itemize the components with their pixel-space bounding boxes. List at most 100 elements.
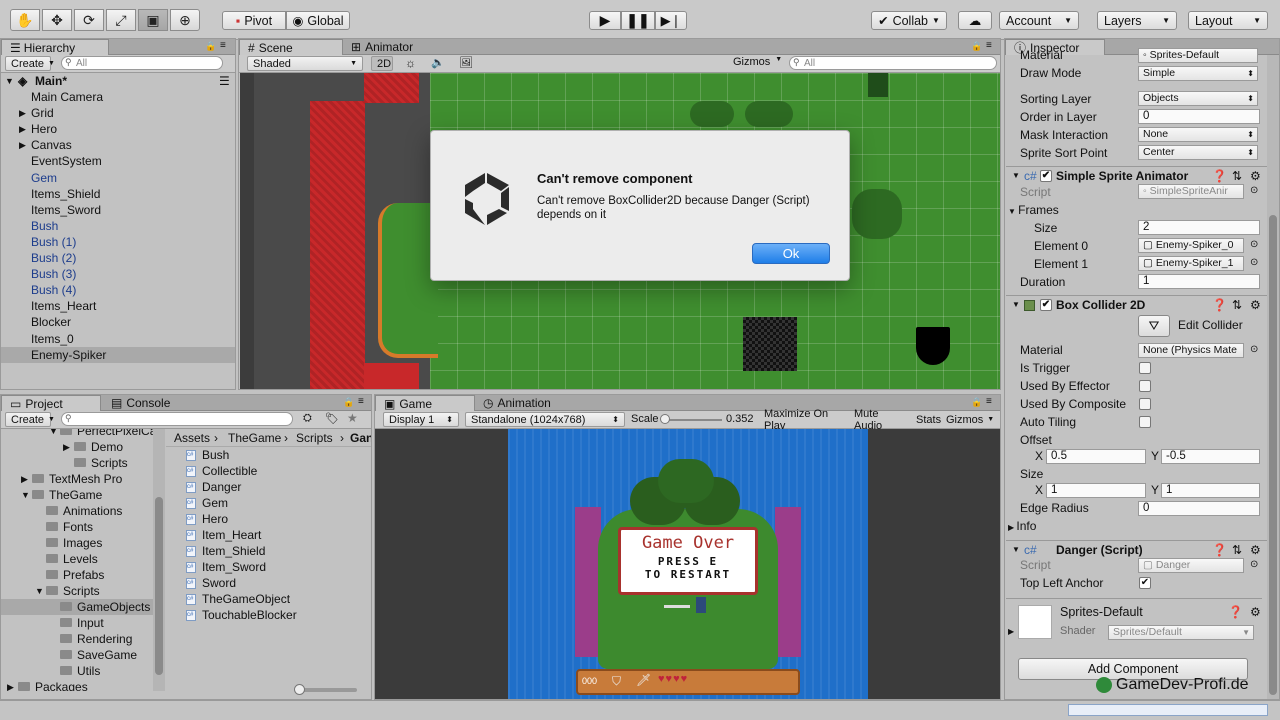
project-folder-item[interactable]: GameObjects (1, 599, 153, 615)
project-folder-item[interactable]: Utils (1, 663, 153, 679)
frames-size-field[interactable]: 2 (1138, 220, 1260, 235)
animator-script-field[interactable]: ◦ SimpleSpriteAnir (1138, 184, 1244, 199)
simple-sprite-animator-header[interactable]: ▼ c# ✔ Simple Sprite Animator ❓ ⇅ ⚙ (1006, 166, 1267, 184)
help-icon[interactable]: ❓ (1212, 296, 1227, 314)
offset-y-field[interactable]: -0.5 (1161, 449, 1260, 464)
project-folder-item[interactable]: Prefabs (1, 567, 153, 583)
hierarchy-item[interactable]: Bush (1) (1, 234, 235, 250)
script-file-item[interactable]: c# TouchableBlocker (166, 607, 366, 623)
inspector-scrollbar[interactable] (1267, 55, 1279, 699)
script-file-item[interactable]: c# Danger (166, 479, 366, 495)
offset-x-field[interactable]: 0.5 (1046, 449, 1146, 464)
project-create-dropdown[interactable]: Create ▼ (5, 412, 55, 427)
size-y-field[interactable]: 1 (1161, 483, 1260, 498)
lighting-icon[interactable]: ☼ (405, 56, 416, 70)
tab-scene[interactable]: # Scene (239, 39, 343, 55)
hierarchy-item[interactable]: Bush (3) (1, 266, 235, 282)
project-folder-item[interactable]: ▶ TextMesh Pro (1, 471, 153, 487)
sorting-layer-dropdown[interactable]: Objects ⬍ (1138, 91, 1258, 106)
gizmos-dropdown[interactable]: Gizmos ▼ (733, 56, 782, 68)
scrollbar-thumb[interactable] (155, 497, 163, 675)
maximize-on-play-toggle[interactable]: Maximize On Play (759, 408, 847, 432)
play-button[interactable]: ▶ (589, 11, 621, 30)
tab-console[interactable]: ▤ Console (103, 395, 203, 411)
project-folder-item[interactable]: ▶ Demo (1, 439, 153, 455)
transform-tool-button[interactable]: ⊕ (170, 9, 200, 31)
is-trigger-checkbox[interactable] (1139, 362, 1151, 374)
game-render[interactable]: Game Over PRESS E TO RESTART 000 ⛉ 🗡 ♥♥♥… (508, 429, 868, 699)
lock-icon[interactable]: 🔒 (971, 397, 982, 408)
project-folder-item[interactable]: Input (1, 615, 153, 631)
tab-animation[interactable]: ◷ Animation (475, 395, 575, 411)
global-toggle[interactable]: ◉ Global (286, 11, 350, 30)
gear-icon[interactable]: ⚙ (1250, 541, 1261, 559)
lock-icon[interactable]: 🔒 (343, 397, 354, 408)
hierarchy-item[interactable]: Bush (4) (1, 282, 235, 298)
project-folder-item[interactable]: Animations (1, 503, 153, 519)
material-field[interactable]: ◦ Sprites-Default (1138, 48, 1258, 63)
panel-menu-icon[interactable]: ≡ (986, 396, 992, 407)
object-picker-icon[interactable]: ⊙ (1250, 239, 1258, 250)
panel-menu-icon[interactable]: ≡ (220, 40, 226, 51)
pause-button[interactable]: ❚❚ (621, 11, 655, 30)
pivot-toggle[interactable]: ▪ Pivot (222, 11, 286, 30)
draw-mode-dropdown[interactable]: Simple ⬍ (1138, 66, 1258, 81)
tab-game[interactable]: ▣ Game (375, 395, 475, 411)
gear-icon[interactable]: ⚙ (1250, 296, 1261, 314)
project-folder-item[interactable]: ▶ Packages (1, 679, 153, 691)
project-folder-item[interactable]: ▼ Scripts (1, 583, 153, 599)
script-file-item[interactable]: c# Item_Heart (166, 527, 366, 543)
breadcrumb-scripts[interactable]: Scripts (296, 429, 333, 447)
order-in-layer-field[interactable]: 0 (1138, 109, 1260, 124)
lock-icon[interactable]: 🔒 (205, 41, 216, 52)
top-left-anchor-checkbox[interactable]: ✔ (1139, 577, 1151, 589)
collapse-arrow-icon[interactable]: ▶ (19, 105, 26, 121)
breadcrumb-gameobjects[interactable]: Gan (350, 429, 371, 447)
size-x-field[interactable]: 1 (1046, 483, 1146, 498)
script-file-item[interactable]: c# Collectible (166, 463, 366, 479)
component-enabled-checkbox[interactable]: ✔ (1040, 170, 1052, 182)
scale-tool-button[interactable]: ⤢ (106, 9, 136, 31)
scale-slider[interactable] (660, 414, 722, 424)
script-file-item[interactable]: c# Hero (166, 511, 366, 527)
expand-arrow-icon[interactable]: ▼ (35, 583, 44, 599)
tab-hierarchy[interactable]: ☰ Hierarchy (1, 39, 109, 55)
collapse-arrow-icon[interactable]: ▶ (21, 471, 28, 487)
hand-tool-button[interactable]: ✋ (10, 9, 40, 31)
edit-collider-button[interactable]: ⛛ (1138, 315, 1170, 337)
hierarchy-item[interactable]: Bush (2) (1, 250, 235, 266)
element-0-field[interactable]: ▢ Enemy-Spiker_0 (1138, 238, 1244, 253)
hierarchy-item[interactable]: ▶ Hero (1, 121, 235, 137)
used-by-composite-checkbox[interactable] (1139, 398, 1151, 410)
script-file-item[interactable]: c# Item_Sword (166, 559, 366, 575)
preset-icon[interactable]: ⇅ (1232, 541, 1242, 559)
preset-icon[interactable]: ⇅ (1232, 167, 1242, 185)
mute-audio-toggle[interactable]: Mute Audio (849, 408, 911, 432)
collapse-arrow-icon[interactable]: ▶ (1008, 627, 1014, 636)
script-file-item[interactable]: c# Gem (166, 495, 366, 511)
object-picker-icon[interactable]: ⊙ (1250, 344, 1258, 355)
shading-mode-dropdown[interactable]: Shaded ▼ (247, 56, 363, 71)
component-enabled-checkbox[interactable]: ✔ (1040, 299, 1052, 311)
filter-label-icon[interactable]: 🏷 (325, 412, 339, 425)
display-dropdown[interactable]: Display 1 ⬍ (383, 412, 459, 427)
hierarchy-search-input[interactable]: All (61, 56, 223, 70)
project-search-input[interactable] (61, 412, 293, 426)
collapse-arrow-icon[interactable]: ▶ (19, 137, 26, 153)
preset-icon[interactable]: ⇅ (1232, 296, 1242, 314)
panel-menu-icon[interactable]: ≡ (358, 396, 364, 407)
hierarchy-item[interactable]: ▶ Canvas (1, 137, 235, 153)
hierarchy-item[interactable]: Main Camera (1, 89, 235, 105)
help-icon[interactable]: ❓ (1212, 167, 1227, 185)
mask-interaction-dropdown[interactable]: None ⬍ (1138, 127, 1258, 142)
collider-material-field[interactable]: None (Physics Mate (1138, 343, 1244, 358)
script-file-item[interactable]: c# Sword (166, 575, 366, 591)
audio-icon[interactable]: 🔈 (431, 56, 445, 69)
project-folder-item[interactable]: Fonts (1, 519, 153, 535)
move-tool-button[interactable]: ✥ (42, 9, 72, 31)
rect-tool-button[interactable]: ▣ (138, 9, 168, 31)
hierarchy-item[interactable]: Items_Heart (1, 298, 235, 314)
collab-dropdown[interactable]: ✔ Collab ▼ (871, 11, 947, 30)
hierarchy-create-dropdown[interactable]: Create ▼ (5, 56, 55, 71)
scene-root-row[interactable]: ▼ ◈ Main* ☰ (1, 73, 235, 89)
